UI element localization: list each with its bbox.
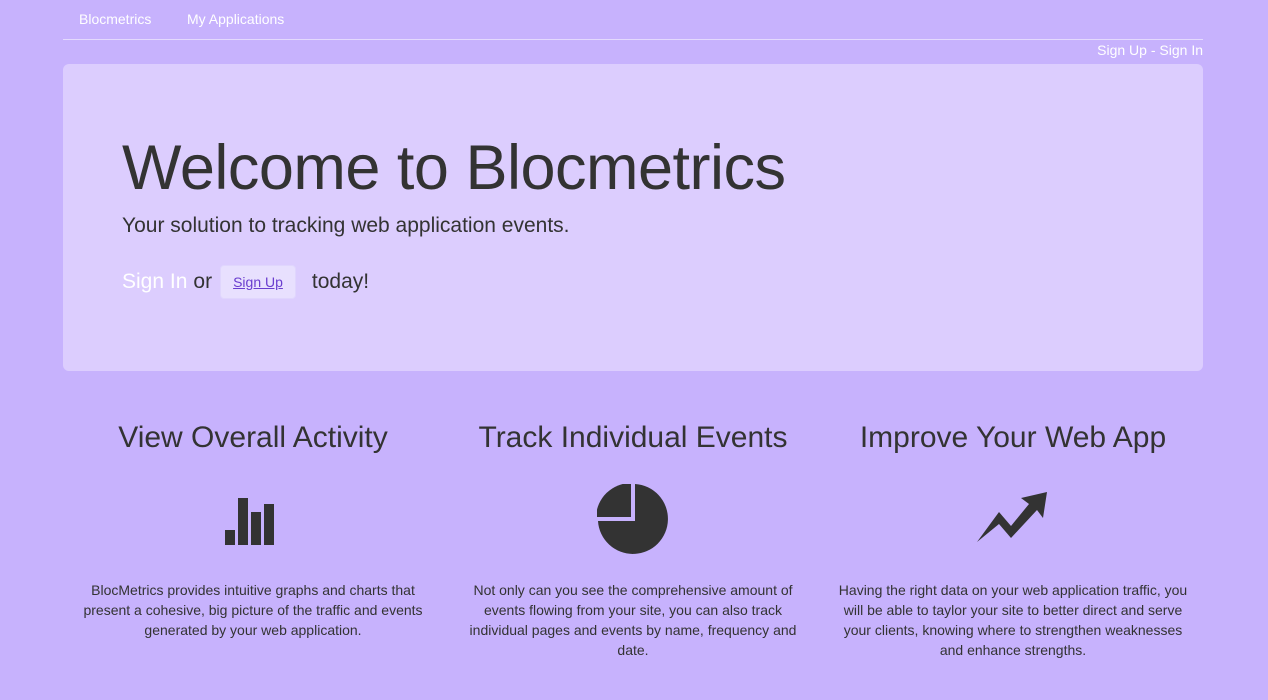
page-title: Welcome to Blocmetrics xyxy=(122,133,786,203)
top-navbar: Blocmetrics My Applications xyxy=(63,0,1203,40)
nav-brand-link[interactable]: Blocmetrics xyxy=(79,11,151,27)
jumbotron: Welcome to Blocmetrics Your solution to … xyxy=(63,64,1203,371)
feature-title: Track Individual Events xyxy=(478,421,788,454)
feature-description: BlocMetrics provides intuitive graphs an… xyxy=(83,582,423,638)
bar-chart-icon xyxy=(217,484,289,556)
feature-description: Having the right data on your web applic… xyxy=(838,582,1188,658)
sign-in-link[interactable]: Sign In xyxy=(1159,42,1203,58)
feature-description: Not only can you see the comprehensive a… xyxy=(469,582,797,658)
feature-improve-your-web-app: Improve Your Web App Having the right da… xyxy=(823,418,1203,660)
feature-view-overall-activity: View Overall Activity BlocMetrics provid… xyxy=(63,418,443,640)
trending-up-icon xyxy=(977,484,1049,556)
auth-links: Sign Up - Sign In xyxy=(1097,42,1203,58)
hero-call-to-action: Sign In or Sign Up today! xyxy=(122,265,370,299)
sign-up-link[interactable]: Sign Up xyxy=(1097,42,1147,58)
feature-title: Improve Your Web App xyxy=(859,421,1167,454)
cta-or-text: or xyxy=(193,270,213,293)
auth-separator: - xyxy=(1146,42,1160,58)
cta-sign-in-link[interactable]: Sign In xyxy=(122,270,187,294)
cta-today-text: today! xyxy=(311,270,370,293)
pie-chart-icon xyxy=(596,483,669,556)
feature-title: View Overall Activity xyxy=(118,421,388,454)
hero-subtitle: Your solution to tracking web applicatio… xyxy=(122,214,570,237)
cta-sign-up-button[interactable]: Sign Up xyxy=(220,265,296,299)
feature-track-individual-events: Track Individual Events Not only can you… xyxy=(443,418,823,660)
nav-my-applications-link[interactable]: My Applications xyxy=(187,11,284,27)
